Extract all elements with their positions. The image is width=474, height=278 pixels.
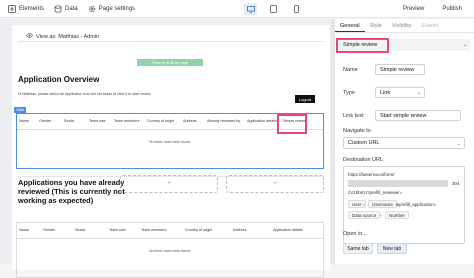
- link-text-label: Link text: [343, 113, 364, 119]
- chip-separator: ›: [363, 202, 365, 207]
- tab-events: Events: [421, 23, 439, 29]
- element-settings-panel: General Style Visibility Events Simple r…: [334, 19, 474, 264]
- name-label: Name: [343, 67, 358, 73]
- table-header-cell: Team size: [109, 228, 126, 233]
- redacted-block: [348, 180, 448, 187]
- page-settings-button[interactable]: Page settings: [88, 5, 135, 13]
- elements-label: Elements: [19, 5, 45, 12]
- navigate-to-label: Navigate to: [343, 128, 371, 134]
- table-header-cell: Studio: [64, 119, 75, 124]
- eye-icon: [26, 33, 33, 40]
- logout-button[interactable]: Logout: [295, 95, 315, 103]
- highlight-box: [277, 114, 307, 134]
- data-button[interactable]: Data: [54, 4, 78, 13]
- plus-icon: +: [273, 181, 277, 187]
- preview-button[interactable]: Preview: [397, 3, 430, 15]
- view-as-label: View as: Matthias - Admin: [36, 33, 100, 40]
- formula-chip[interactable]: Username: [368, 200, 397, 208]
- name-field[interactable]: Simple review: [375, 64, 425, 75]
- tablet-icon: [270, 5, 277, 13]
- empty-state-text: No items have been found.: [149, 249, 191, 253]
- table-header-cell: Country of origin: [147, 119, 175, 124]
- type-value: Link: [380, 89, 391, 96]
- notice-banner: Pretty try to fill the page: [137, 59, 203, 66]
- table-header-cell: Address: [233, 228, 247, 233]
- tab-general[interactable]: General: [335, 19, 365, 32]
- table-header-cell: Name: [19, 228, 29, 233]
- reviewed-applications-table[interactable]: Name Gender Studio Team size Team member…: [16, 222, 324, 278]
- table-header-cell: Studio: [75, 228, 86, 233]
- desktop-device-button[interactable]: [244, 3, 257, 15]
- mobile-device-button[interactable]: [290, 3, 303, 15]
- navigate-to-value: Custom URL: [348, 140, 380, 146]
- desktop-icon: [246, 5, 255, 13]
- chevron-down-icon: ⌄: [456, 141, 461, 147]
- view-as-selector[interactable]: View as: Matthias - Admin: [26, 33, 99, 40]
- table-header-cell: Gender: [43, 228, 56, 233]
- elements-button[interactable]: Elements: [8, 4, 45, 13]
- table-header-cell: Team members: [114, 119, 140, 124]
- formula-chip[interactable]: Data source: [348, 211, 381, 219]
- page-settings-label: Page settings: [98, 5, 136, 12]
- new-tab-button[interactable]: New tab: [377, 243, 407, 254]
- same-tab-button[interactable]: Same tab: [343, 243, 373, 254]
- topbar-actions: Preview Publish: [397, 3, 468, 15]
- tablet-device-button[interactable]: [267, 3, 280, 15]
- highlight-box: [336, 38, 389, 53]
- tab-visibility[interactable]: Visibility: [387, 19, 417, 32]
- add-element-placeholder[interactable]: +: [120, 175, 218, 193]
- type-select[interactable]: Link ⌄: [375, 87, 425, 98]
- database-icon: [54, 4, 62, 13]
- table-header-cell: Gender: [39, 119, 52, 124]
- mobile-icon: [294, 5, 299, 13]
- table-header-cell: Address: [183, 119, 197, 124]
- table-header-cell: Application details: [273, 228, 303, 233]
- navigate-to-select[interactable]: Custom URL ⌄: [343, 137, 465, 149]
- link-text-field[interactable]: Start simple review: [375, 110, 461, 121]
- url-text: https://baserow.io/form/: [348, 172, 395, 177]
- page-canvas: View as: Matthias - Admin Pretty try to …: [0, 19, 334, 278]
- table-header-cell: Name: [19, 119, 29, 124]
- open-in-label: Open in...: [343, 231, 367, 237]
- gear-icon: [88, 5, 96, 13]
- table-header-cell: Application details: [247, 119, 277, 124]
- device-switcher: [244, 3, 303, 15]
- page-preview: View as: Matthias - Admin Pretty try to …: [12, 25, 330, 278]
- table-header-cell: Team members: [141, 228, 167, 233]
- destination-url-label: Destination URL: [343, 157, 384, 163]
- publish-button[interactable]: Publish: [436, 3, 468, 15]
- panel-tabs: General Style Visibility Events: [335, 19, 474, 33]
- empty-state-text: No items have been found.: [149, 140, 191, 144]
- reviewed-heading: Applications you have already reviewed (…: [18, 178, 125, 205]
- intro-text: Hi Matthias, please select an applicatio…: [18, 92, 151, 96]
- add-element-placeholder[interactable]: +: [226, 175, 324, 193]
- top-bar: Elements Data Page settings Preview Publ…: [0, 0, 474, 18]
- url-text: &prefill_application=: [396, 202, 437, 207]
- plus-box-icon: [8, 4, 16, 13]
- table-header-row: Name Gender Studio Team size Team member…: [17, 223, 323, 239]
- table-header-cell: Team size: [89, 119, 106, 124]
- data-label: Data: [65, 5, 78, 12]
- url-text: 304: [452, 181, 460, 186]
- table-header-cell: Already reviewed by: [207, 119, 241, 124]
- tab-style[interactable]: Style: [365, 19, 387, 32]
- formula-chip[interactable]: Number: [385, 211, 410, 219]
- overview-heading: Application Overview: [18, 75, 100, 84]
- type-label: Type: [343, 90, 355, 96]
- url-text: zV10bKU?prefill_reviewer=: [348, 190, 403, 195]
- chevron-down-icon: ⌄: [416, 90, 421, 96]
- chevron-down-icon: ⌄: [462, 42, 467, 48]
- chip-separator: ›: [380, 213, 382, 218]
- table-header-cell: Country of origin: [185, 228, 213, 233]
- divider: [18, 41, 324, 42]
- plus-icon: +: [167, 181, 171, 187]
